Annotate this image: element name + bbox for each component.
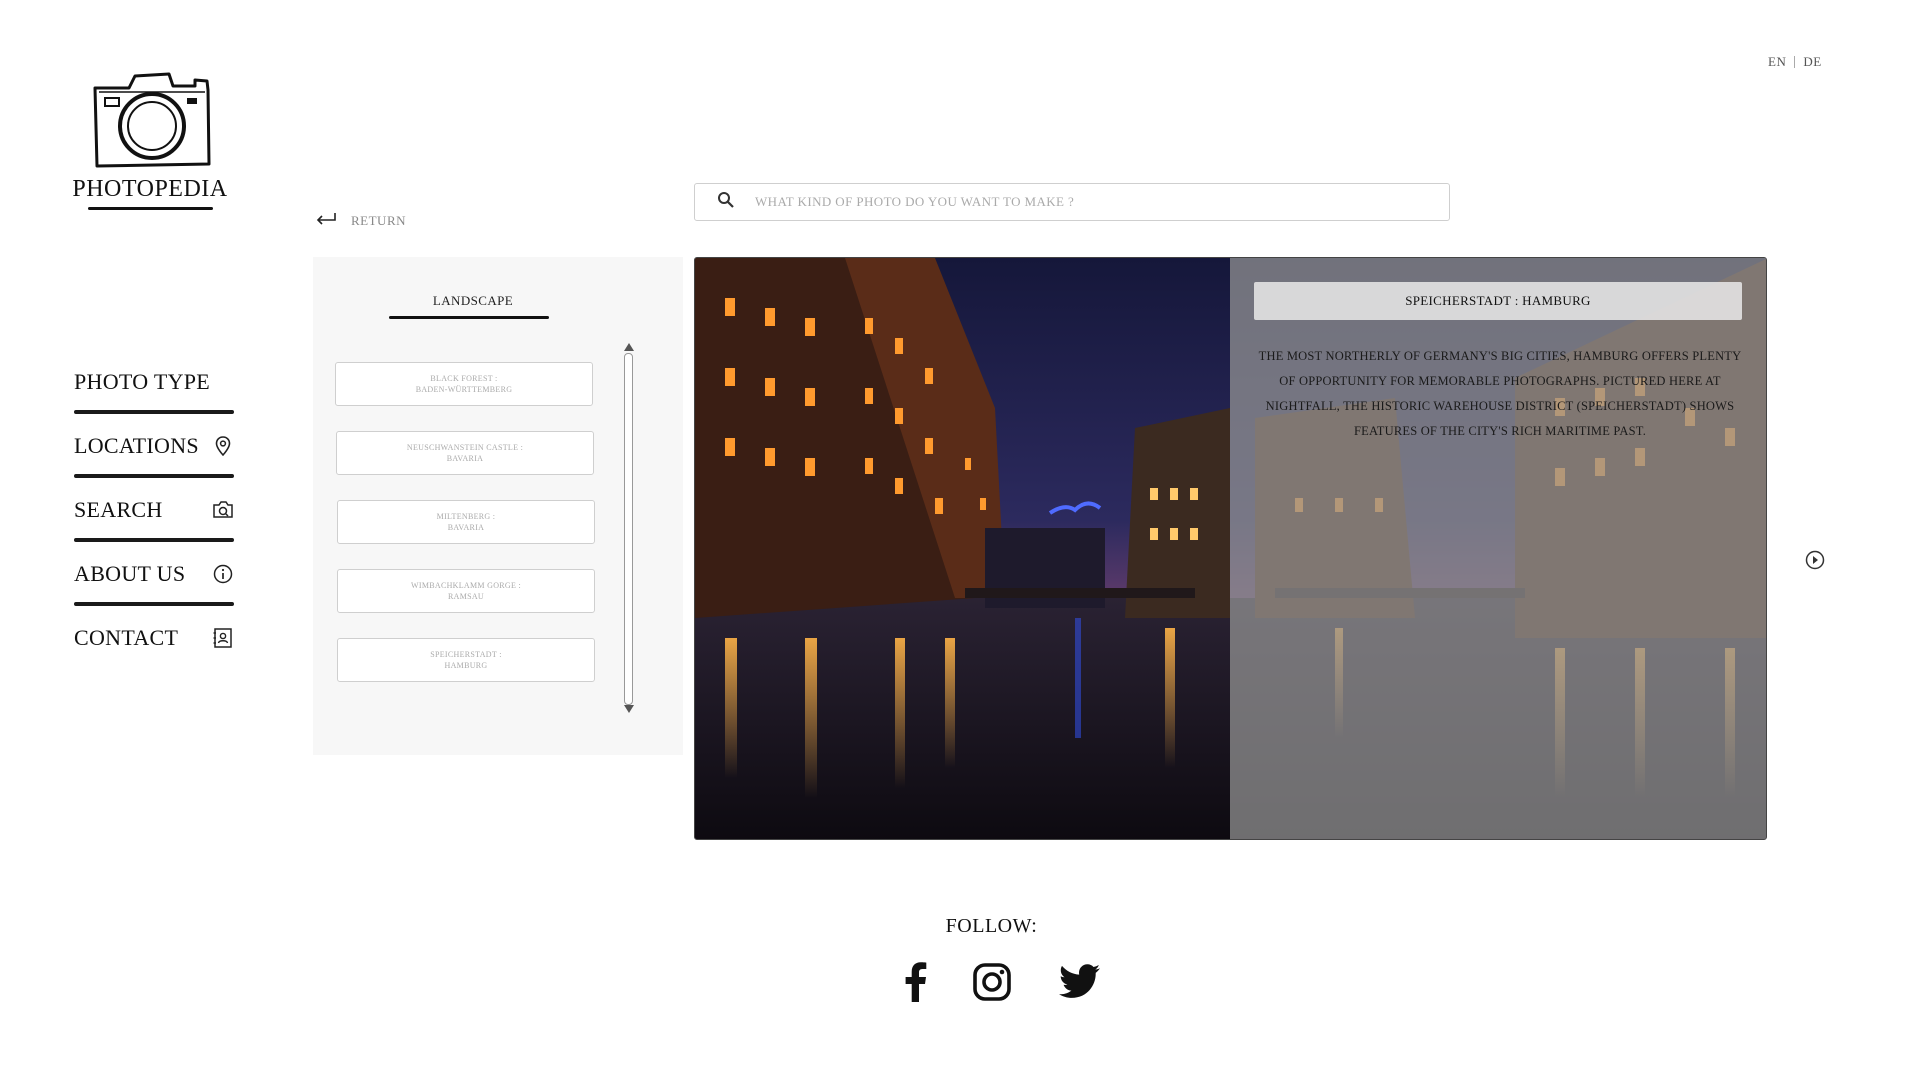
language-switch: EN DE (1768, 54, 1822, 70)
facebook-icon[interactable] (900, 958, 930, 1006)
nav-item-contact[interactable]: CONTACT (74, 606, 234, 670)
scroll-up-arrow-icon[interactable] (624, 343, 634, 351)
search-icon (717, 191, 735, 214)
info-icon (212, 563, 234, 585)
return-arrow-icon (315, 212, 337, 230)
location-name: BLACK FOREST : (430, 374, 498, 383)
nav-item-photo-type[interactable]: PHOTO TYPE (74, 350, 234, 414)
logo[interactable]: PHOTOPEDIA (70, 68, 230, 210)
location-button[interactable]: WIMBACHKLAMM GORGE : RAMSAU (337, 569, 595, 613)
app-name: PHOTOPEDIA (72, 176, 228, 202)
location-region: BAVARIA (446, 454, 484, 463)
nav-item-about-us[interactable]: ABOUT US (74, 542, 234, 606)
instagram-icon[interactable] (970, 958, 1014, 1006)
locations-panel: LANDSCAPE BLACK FOREST : BADEN-WÜRTTEMBE… (313, 257, 683, 755)
map-pin-icon (212, 435, 234, 457)
feature-photo: SPEICHERSTADT : HAMBURG THE MOST NORTHER… (694, 257, 1767, 840)
lang-en[interactable]: EN (1768, 54, 1786, 70)
scroll-down-arrow-icon[interactable] (624, 705, 634, 713)
location-button[interactable]: BLACK FOREST : BADEN-WÜRTTEMBERG (335, 362, 593, 406)
nav-item-locations[interactable]: LOCATIONS (74, 414, 234, 478)
location-button[interactable]: NEUSCHWANSTEIN CASTLE : BAVARIA (336, 431, 594, 475)
return-label: RETURN (351, 213, 406, 228)
feature-description: THE MOST NORTHERLY OF GERMANY'S BIG CITI… (1258, 349, 1742, 438)
feature-title: SPEICHERSTADT : HAMBURG (1254, 282, 1742, 320)
location-name: NEUSCHWANSTEIN CASTLE : (406, 443, 524, 452)
location-region: BADEN-WÜRTTEMBERG (415, 385, 513, 394)
camera-logo-icon (93, 72, 211, 168)
sidebar-nav: PHOTO TYPE LOCATIONS SEARCH ABOUT US CON… (74, 350, 234, 670)
nav-label: CONTACT (74, 625, 179, 650)
location-region: BAVARIA (447, 523, 485, 532)
location-region: RAMSAU (447, 592, 485, 601)
scrollbar[interactable] (623, 343, 635, 713)
return-link[interactable]: RETURN (315, 212, 406, 230)
search-bar (694, 183, 1450, 221)
location-name: WIMBACHKLAMM GORGE : (411, 581, 521, 590)
location-button[interactable]: SPEICHERSTADT : HAMBURG (337, 638, 595, 682)
app-name-underline (87, 207, 213, 210)
nav-label: ABOUT US (74, 561, 186, 586)
nav-label: PHOTO TYPE (74, 369, 211, 394)
location-name: MILTENBERG : (436, 512, 496, 521)
camera-search-icon (212, 499, 234, 521)
nav-item-search[interactable]: SEARCH (74, 478, 234, 542)
nav-label: LOCATIONS (74, 433, 199, 458)
next-arrow-icon[interactable] (1805, 550, 1825, 570)
contact-card-icon (212, 627, 234, 649)
scrollbar-thumb[interactable] (624, 353, 633, 705)
search-input[interactable] (753, 193, 1397, 211)
lang-divider (1794, 56, 1796, 68)
location-region: HAMBURG (444, 661, 488, 670)
follow-label: FOLLOW: (945, 915, 1038, 937)
location-name: SPEICHERSTADT : (430, 650, 502, 659)
lang-de[interactable]: DE (1803, 54, 1821, 70)
nav-label: SEARCH (74, 497, 163, 522)
twitter-icon[interactable] (1055, 958, 1105, 1006)
location-button[interactable]: MILTENBERG : BAVARIA (337, 500, 595, 544)
feature-info-overlay: SPEICHERSTADT : HAMBURG THE MOST NORTHER… (1230, 258, 1766, 839)
panel-title: LANDSCAPE (432, 293, 514, 308)
panel-title-underline (389, 316, 549, 319)
